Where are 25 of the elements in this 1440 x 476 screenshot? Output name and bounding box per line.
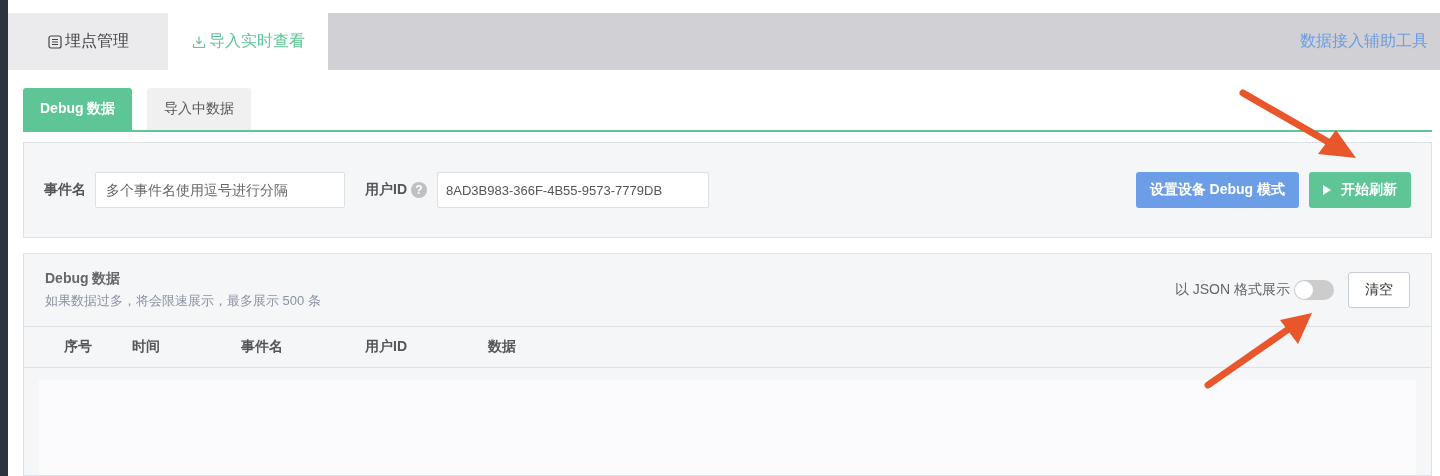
sub-tab[interactable]: 导入中数据	[147, 88, 252, 130]
user-id-input-field[interactable]: 8AD3B983-366F-4B55-9573-7779DB	[437, 172, 709, 208]
column-header: 序号	[64, 338, 93, 356]
download-icon	[191, 34, 206, 49]
column-header: 时间	[132, 338, 161, 356]
help-icon[interactable]: ?	[411, 182, 427, 198]
column-header: 事件名	[241, 338, 284, 356]
field-label: 用户ID	[365, 181, 407, 199]
action-button[interactable]: 开始刷新	[1309, 172, 1411, 208]
panel-subtitle: 如果数据过多，将会限速展示，最多展示 500 条	[45, 292, 321, 310]
clear-button[interactable]: 清空	[1348, 272, 1410, 308]
toggle-label: 以 JSON 格式展示	[1174, 281, 1290, 299]
sub-tab[interactable]: Debug 数据	[23, 88, 133, 130]
top-tab[interactable]: 导入实时查看	[168, 13, 328, 70]
column-header: 数据	[488, 338, 516, 356]
play-icon	[1323, 185, 1331, 195]
action-button[interactable]: 设置设备 Debug 模式	[1135, 172, 1299, 208]
panel-title: Debug 数据	[45, 270, 122, 288]
top-tab[interactable]: 埋点管理	[8, 13, 168, 70]
event-input-field[interactable]: 多个事件名使用逗号进行分隔	[95, 172, 345, 208]
json-toggle[interactable]	[1294, 280, 1334, 300]
list-icon	[47, 34, 62, 49]
column-header: 用户ID	[365, 338, 408, 356]
tool-link[interactable]: 数据接入辅助工具	[1300, 31, 1428, 52]
field-label: 事件名	[44, 181, 86, 199]
